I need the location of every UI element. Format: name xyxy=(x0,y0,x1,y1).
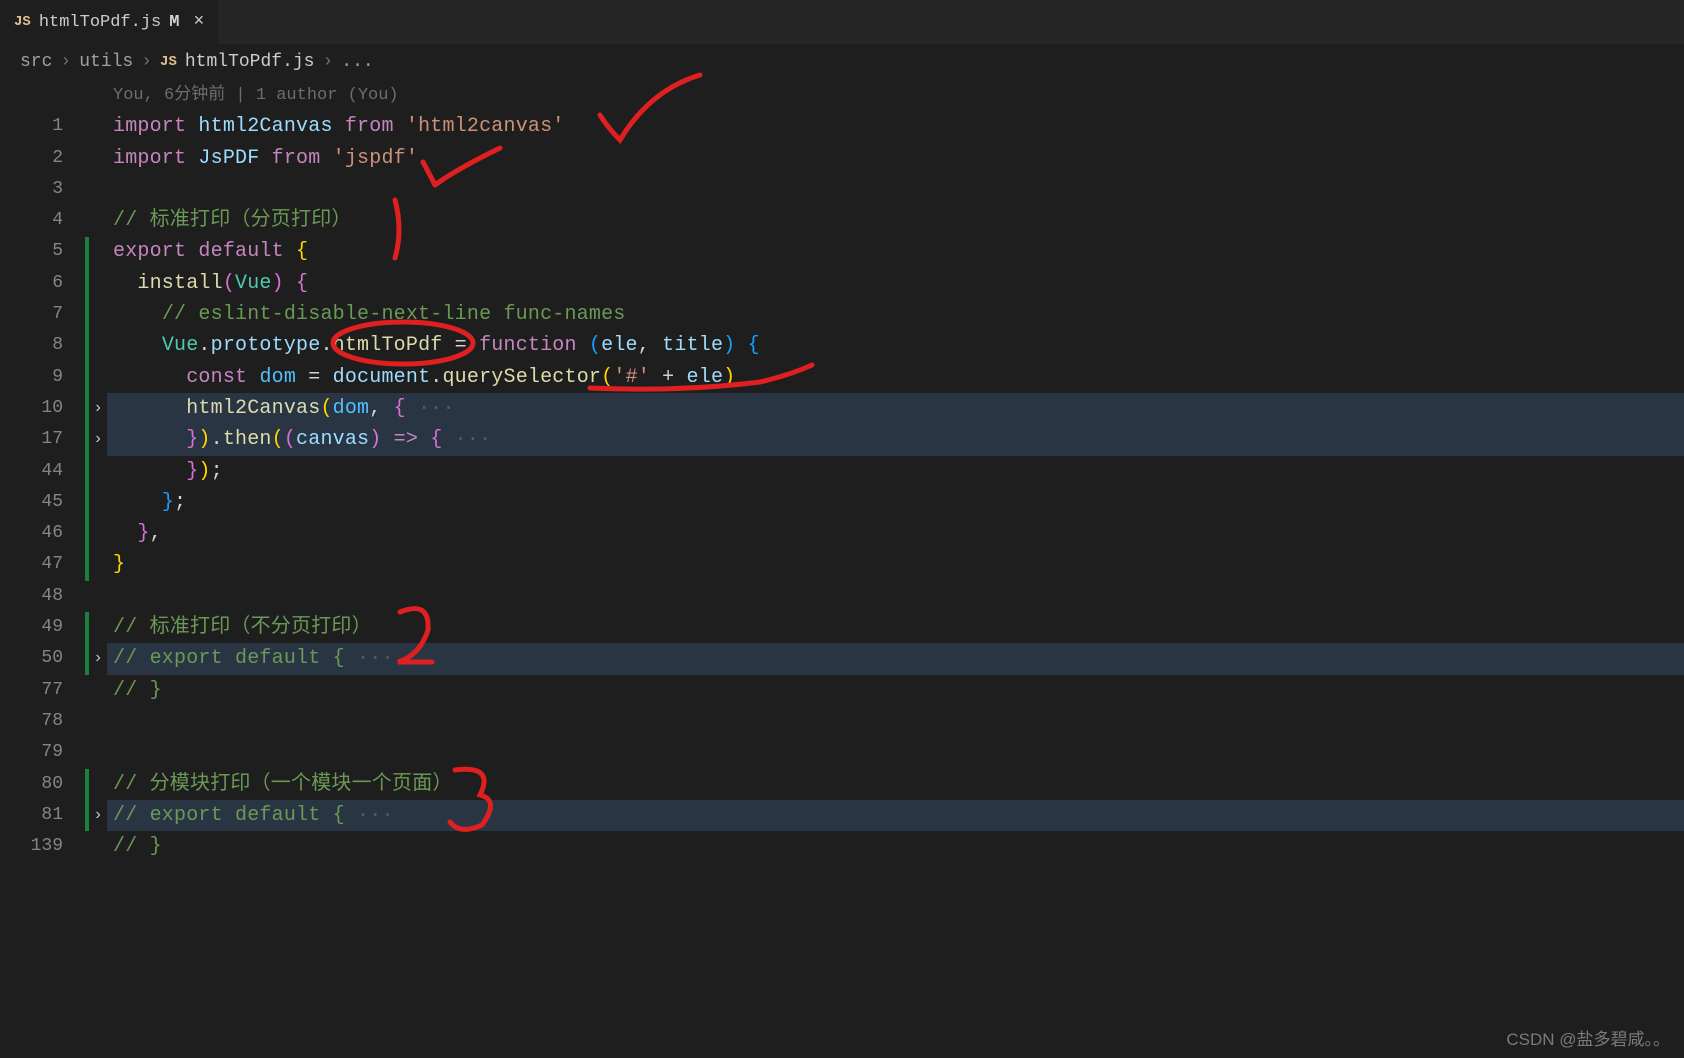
watermark: CSDN @盐多碧咸。。 xyxy=(1506,1025,1670,1050)
line-number: 8 xyxy=(0,330,63,361)
code-line[interactable]: }); xyxy=(113,456,1684,487)
code-editor[interactable]: 1234567891017444546474849507778798081139… xyxy=(0,80,1684,862)
js-icon: JS xyxy=(14,14,31,30)
code-line[interactable]: import JsPDF from 'jspdf' xyxy=(113,143,1684,174)
line-number: 1 xyxy=(0,111,63,142)
line-number: 46 xyxy=(0,518,63,549)
code-line[interactable]: // } xyxy=(113,831,1684,862)
code-line[interactable]: // export default { ··· xyxy=(113,643,1684,674)
code-line[interactable]: // 分模块打印（一个模块一个页面） xyxy=(113,769,1684,800)
code-line[interactable]: export default { xyxy=(113,236,1684,267)
fold-toggle-icon[interactable]: › xyxy=(89,424,107,455)
fold-toggle-icon[interactable]: › xyxy=(89,643,107,674)
chevron-right-icon: › xyxy=(141,52,152,72)
chevron-right-icon: › xyxy=(60,52,71,72)
code-line[interactable]: // 标准打印（不分页打印） xyxy=(113,612,1684,643)
code-line[interactable]: // } xyxy=(113,675,1684,706)
line-number: 49 xyxy=(0,612,63,643)
chevron-right-icon: › xyxy=(322,52,333,72)
code-line[interactable]: // eslint-disable-next-line func-names xyxy=(113,299,1684,330)
line-number: 81 xyxy=(0,800,63,831)
code-line[interactable]: }; xyxy=(113,487,1684,518)
line-number: 80 xyxy=(0,769,63,800)
code-line[interactable]: import html2Canvas from 'html2canvas' xyxy=(113,111,1684,142)
crumb-folder[interactable]: utils xyxy=(79,52,133,72)
line-number: 50 xyxy=(0,643,63,674)
code-line[interactable]: Vue.prototype.htmlToPdf = function (ele,… xyxy=(113,330,1684,361)
breadcrumb[interactable]: src › utils › JS htmlToPdf.js › ... xyxy=(0,44,1684,80)
line-number: 4 xyxy=(0,205,63,236)
line-number: 10 xyxy=(0,393,63,424)
line-number-gutter: 1234567891017444546474849507778798081139 xyxy=(0,80,85,862)
code-line[interactable] xyxy=(113,706,1684,737)
line-number: 78 xyxy=(0,706,63,737)
line-number: 77 xyxy=(0,675,63,706)
line-number: 5 xyxy=(0,236,63,267)
code-area[interactable]: You, 6分钟前 | 1 author (You)import html2Ca… xyxy=(107,80,1684,862)
line-number: 7 xyxy=(0,299,63,330)
tabs-bar: JS htmlToPdf.js M × xyxy=(0,0,1684,44)
code-line[interactable]: }, xyxy=(113,518,1684,549)
line-number: 6 xyxy=(0,268,63,299)
js-icon: JS xyxy=(160,54,177,70)
line-number: 44 xyxy=(0,456,63,487)
line-number: 48 xyxy=(0,581,63,612)
line-number: 17 xyxy=(0,424,63,455)
code-line[interactable]: } xyxy=(113,549,1684,580)
line-number: 47 xyxy=(0,549,63,580)
line-number: 2 xyxy=(0,143,63,174)
crumb-file[interactable]: htmlToPdf.js xyxy=(185,52,315,72)
tab-modified-marker: M xyxy=(169,13,179,32)
line-number: 79 xyxy=(0,737,63,768)
tab-active[interactable]: JS htmlToPdf.js M × xyxy=(0,0,219,44)
line-number: 45 xyxy=(0,487,63,518)
code-line[interactable]: // 标准打印（分页打印） xyxy=(113,205,1684,236)
code-line[interactable]: }).then((canvas) => { ··· xyxy=(113,424,1684,455)
code-line[interactable] xyxy=(113,737,1684,768)
fold-toggle-icon[interactable]: › xyxy=(89,393,107,424)
code-line[interactable]: // export default { ··· xyxy=(113,800,1684,831)
crumb-folder[interactable]: src xyxy=(20,52,52,72)
tab-filename: htmlToPdf.js xyxy=(39,13,161,32)
codelens-authorship[interactable]: You, 6分钟前 | 1 author (You) xyxy=(113,80,1684,111)
fold-toggle-icon[interactable]: › xyxy=(89,800,107,831)
code-line[interactable]: html2Canvas(dom, { ··· xyxy=(113,393,1684,424)
code-line[interactable] xyxy=(113,581,1684,612)
code-line[interactable]: install(Vue) { xyxy=(113,268,1684,299)
crumb-symbol[interactable]: ... xyxy=(341,52,373,72)
code-line[interactable]: const dom = document.querySelector('#' +… xyxy=(113,362,1684,393)
close-icon[interactable]: × xyxy=(187,12,204,32)
line-number: 139 xyxy=(0,831,63,862)
line-number: 3 xyxy=(0,174,63,205)
code-line[interactable] xyxy=(113,174,1684,205)
line-number: 9 xyxy=(0,362,63,393)
fold-column: ›››› xyxy=(89,80,107,862)
